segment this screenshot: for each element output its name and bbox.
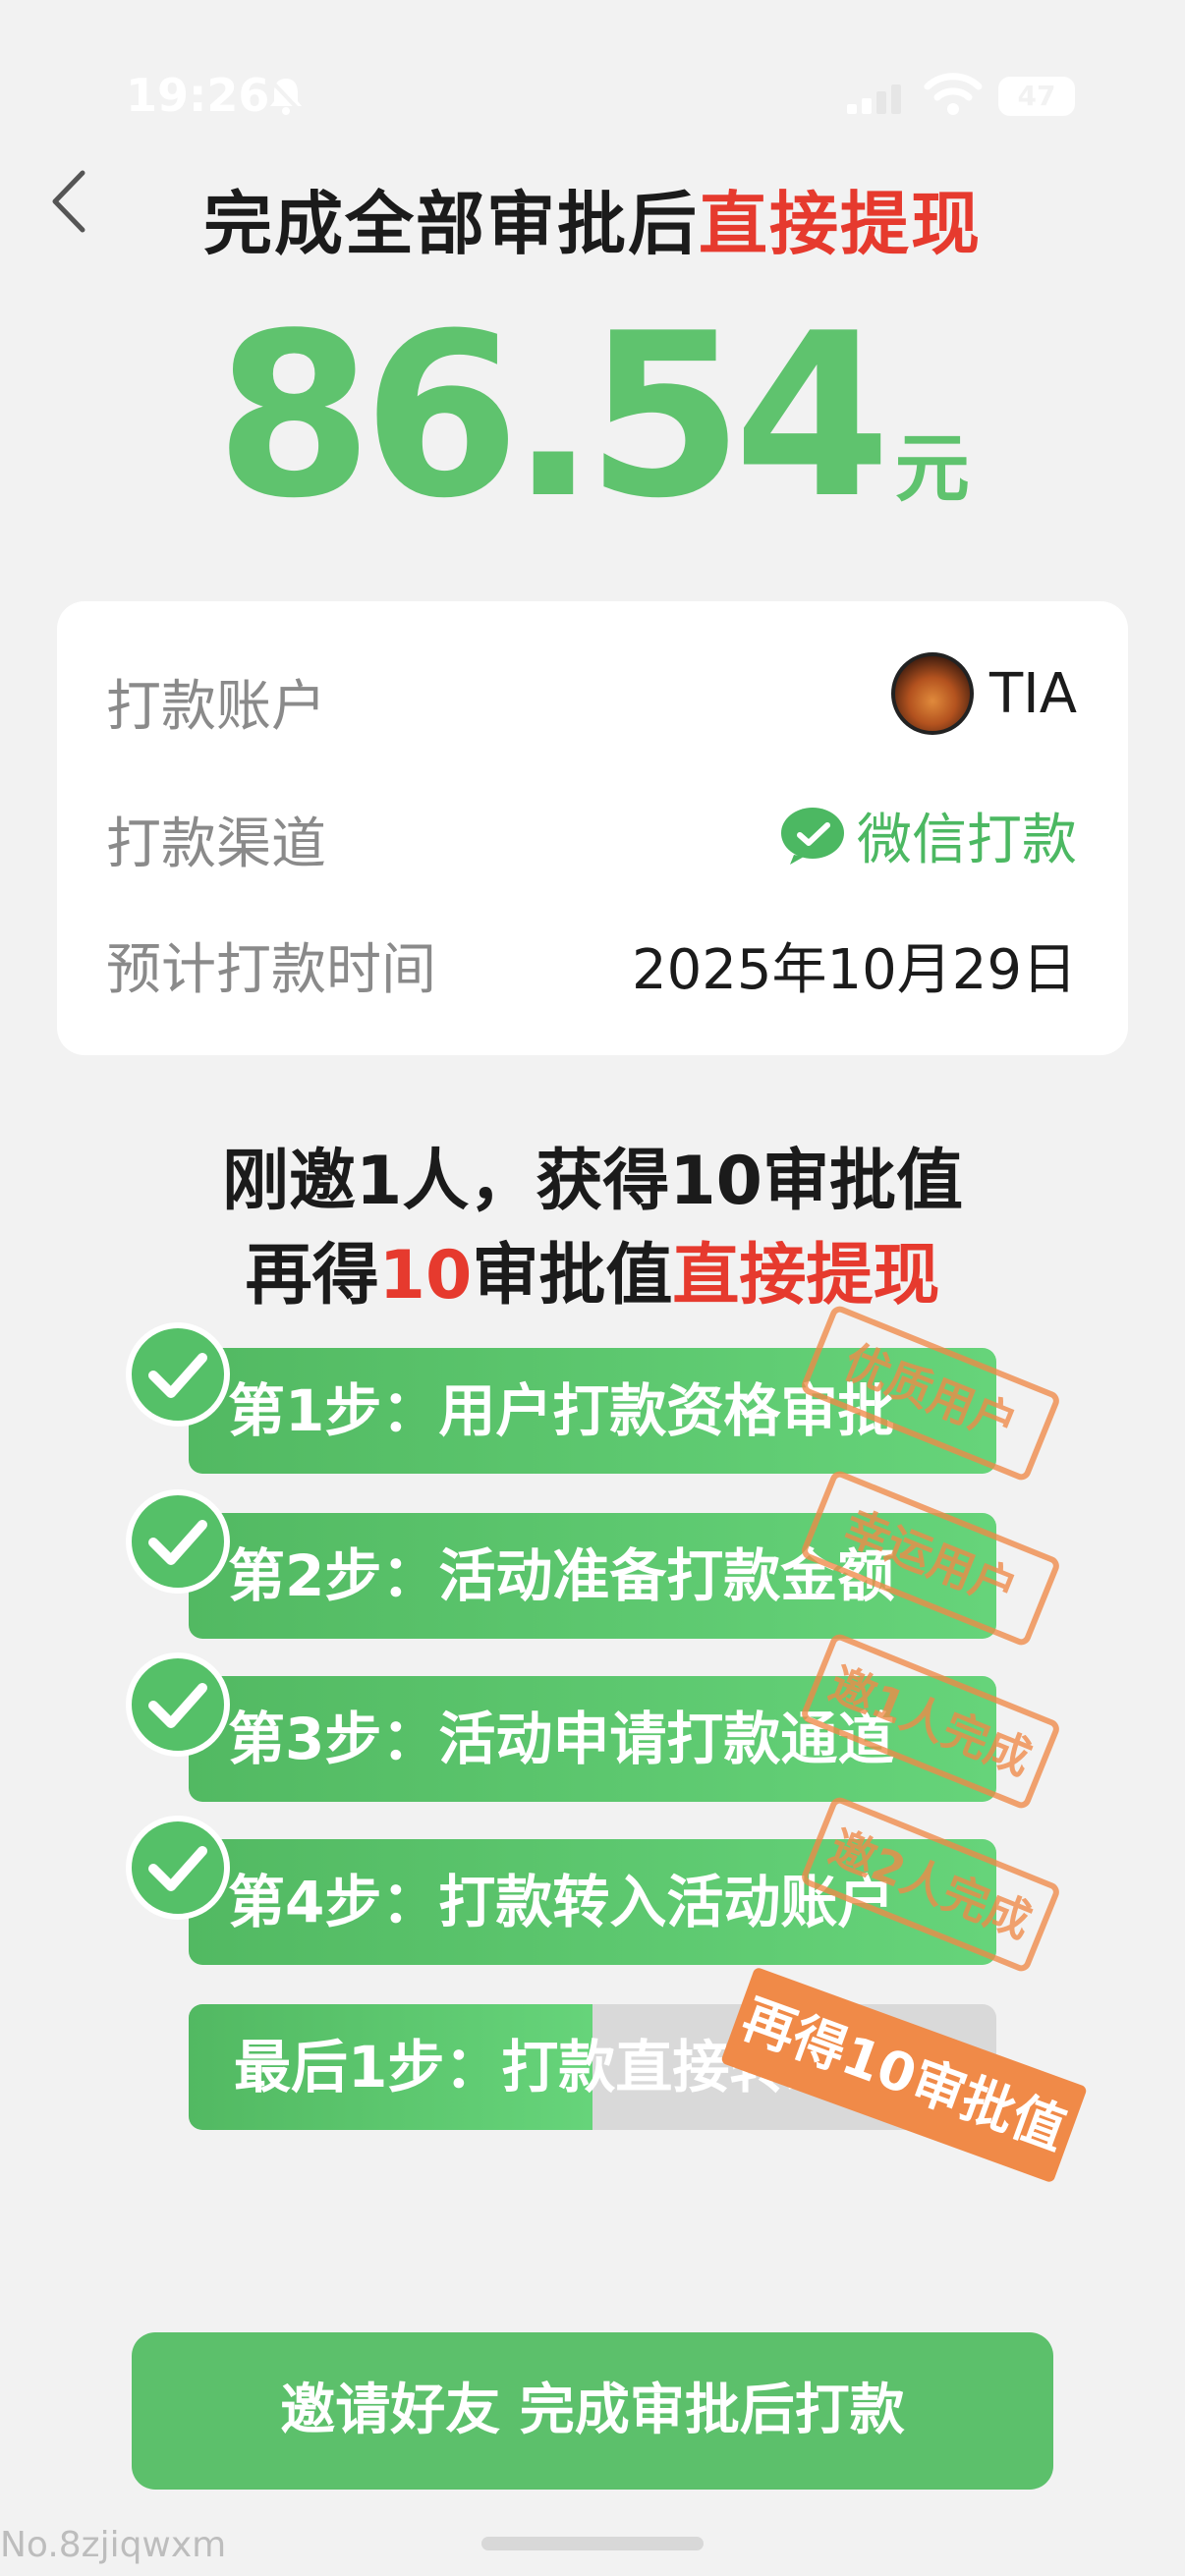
step-3-check-icon [126,1652,230,1757]
wifi-icon [924,73,983,115]
payout-info-card: 打款账户 TIA 打款渠道 微信打款 预计打款时间 2025年10月29日 [57,601,1128,1055]
title-highlight: 直接提现 [699,184,982,264]
invite-friends-button[interactable]: 邀请好友 完成审批后打款 [132,2332,1053,2490]
step-2-check-icon [126,1489,230,1594]
step-3-label: 第3步：活动申请打款通道 [228,1706,895,1772]
step-2-label: 第2步：活动准备打款金额 [228,1542,895,1609]
home-indicator[interactable] [481,2537,704,2550]
promo-number: 10 [378,1237,473,1315]
bonus-badge: 再得10审批值 [720,1966,1088,2184]
step-4-label: 第4步：打款转入活动账户 [228,1869,895,1935]
channel-text: 微信打款 [857,809,1077,872]
status-time: 19:26 [126,69,270,122]
amount-unit: 元 [894,424,970,512]
step-1-check-icon [126,1322,230,1427]
wechat-icon [781,807,844,865]
channel-label: 打款渠道 [106,812,326,876]
account-label: 打款账户 [106,675,326,739]
promo-text: 审批值 [472,1237,673,1315]
page-title: 完成全部审批后直接提现 [0,169,1185,268]
promo-line-2: 再得10审批值直接提现 [0,1220,1185,1317]
avatar [890,652,974,735]
time-label: 预计打款时间 [106,938,436,1002]
promo-highlight: 直接提现 [672,1237,940,1315]
account-value: TIA [890,652,1077,735]
amount-display: 86.54 元 [0,305,1185,531]
title-text: 完成全部审批后 [203,184,699,264]
step-4-check-icon [126,1816,230,1920]
promo-line-1: 刚邀1人，获得10审批值 [222,1143,963,1220]
account-name: TIA [988,661,1077,726]
promo-text: 再得 [245,1237,379,1315]
signal-icon [847,84,901,114]
watermark-text: No.8zjiqwxm [0,2525,227,2565]
step-1-label: 第1步：用户打款资格审批 [228,1377,895,1444]
channel-value: 微信打款 [778,796,1077,875]
battery-indicator: 47 [998,77,1075,116]
amount-value: 86.54 [215,286,891,548]
mute-bell-icon [267,77,305,116]
time-value: 2025年10月29日 [631,938,1077,1002]
